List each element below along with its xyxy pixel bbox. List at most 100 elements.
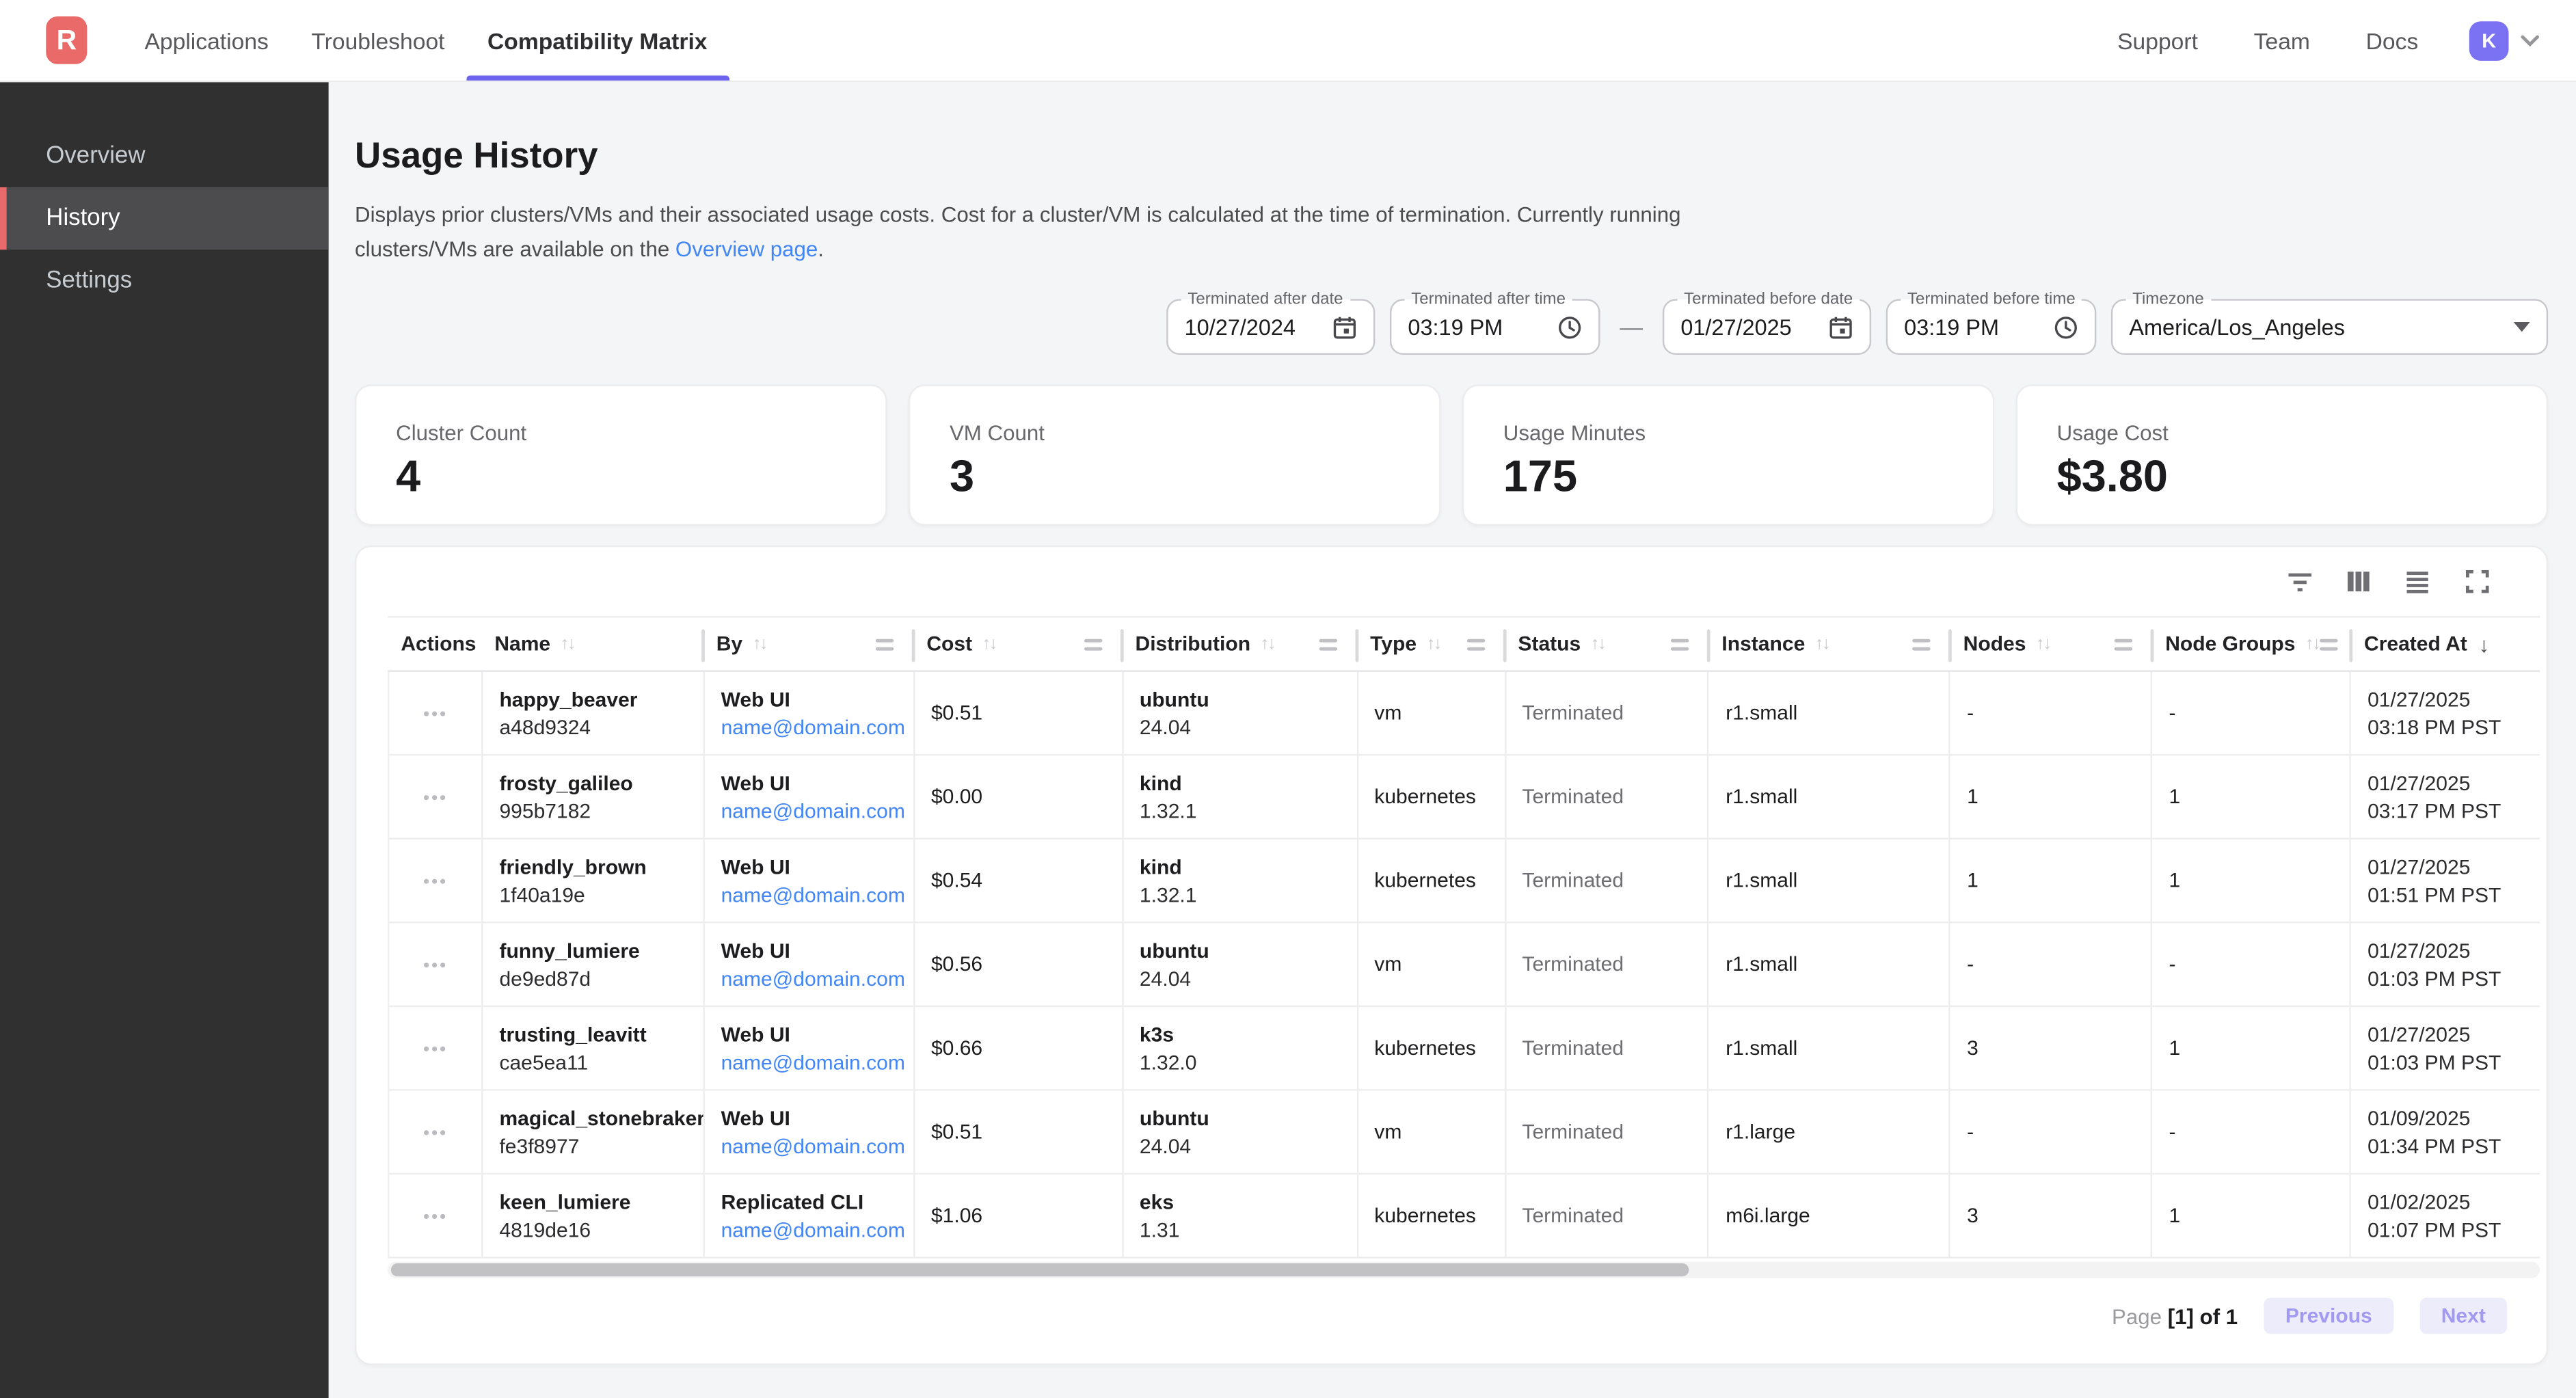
cell-created: 01/27/202501:03 PM PST: [2351, 1007, 2540, 1089]
sort-arrows-icon[interactable]: ↑↓: [1260, 634, 1274, 654]
stat-label: Cluster Count: [396, 420, 846, 445]
cell-actions: [390, 755, 483, 837]
cell-type: kubernetes: [1358, 839, 1505, 922]
column-header-status[interactable]: Status↑↓: [1505, 618, 1708, 671]
row-actions-button[interactable]: [425, 710, 446, 715]
row-actions-button[interactable]: [425, 1046, 446, 1051]
terminated-after-date-field[interactable]: Terminated after date 10/27/2024: [1166, 299, 1375, 355]
cell-instance: r1.small: [1709, 839, 1950, 922]
email-link[interactable]: name@domain.com: [721, 1218, 905, 1241]
horizontal-scrollbar-track[interactable]: [388, 1262, 2540, 1278]
horizontal-scrollbar-thumb[interactable]: [391, 1263, 1689, 1276]
column-menu-icon[interactable]: [2115, 638, 2132, 650]
sort-arrows-icon[interactable]: ↑↓: [1426, 634, 1440, 654]
column-header-by[interactable]: By↑↓: [703, 618, 914, 671]
main-content: Usage History Displays prior clusters/VM…: [329, 82, 2576, 1398]
calendar-icon[interactable]: [1829, 314, 1853, 339]
clock-icon[interactable]: [2054, 314, 2078, 339]
stat-value: $3.80: [2057, 452, 2507, 502]
sort-arrows-icon[interactable]: ↑↓: [2305, 634, 2319, 654]
column-header-label: Node Groups: [2165, 632, 2295, 656]
nav-link-team[interactable]: Team: [2226, 27, 2338, 53]
cell-node_groups: -: [2152, 672, 2351, 754]
column-header-created[interactable]: Created At↓: [2351, 618, 2540, 671]
cell-created: 01/02/202501:07 PM PST: [2351, 1174, 2540, 1256]
terminated-before-date-field[interactable]: Terminated before date 01/27/2025: [1663, 299, 1871, 355]
nav-tab-applications[interactable]: Applications: [123, 0, 290, 81]
stat-value: 175: [1503, 452, 1953, 502]
next-page-button[interactable]: Next: [2419, 1298, 2507, 1334]
cell-created: 01/09/202501:34 PM PST: [2351, 1091, 2540, 1173]
nav-link-docs[interactable]: Docs: [2338, 27, 2446, 53]
avatar[interactable]: K: [2469, 21, 2509, 60]
nav-tab-troubleshoot[interactable]: Troubleshoot: [290, 0, 466, 81]
row-actions-button[interactable]: [425, 962, 446, 967]
sort-arrows-icon[interactable]: ↑↓: [982, 634, 996, 654]
replicated-logo[interactable]: R: [46, 16, 87, 64]
cell-type: vm: [1358, 672, 1505, 754]
column-header-nodes[interactable]: Nodes ↑↓: [1950, 618, 2152, 671]
overview-page-link[interactable]: Overview page: [675, 237, 818, 261]
cell-instance: r1.large: [1709, 1091, 1950, 1173]
filter-icon[interactable]: [2285, 567, 2313, 595]
density-icon[interactable]: [2404, 567, 2432, 595]
cell-cost: $0.00: [915, 755, 1123, 837]
chevron-down-icon[interactable]: [2520, 33, 2540, 46]
calendar-icon[interactable]: [1332, 314, 1357, 339]
column-menu-icon[interactable]: [2319, 638, 2337, 650]
row-actions-button[interactable]: [425, 1129, 446, 1134]
email-link[interactable]: name@domain.com: [721, 716, 905, 739]
clock-icon[interactable]: [1557, 314, 1582, 339]
column-menu-icon[interactable]: [1467, 638, 1485, 650]
row-actions-button[interactable]: [425, 878, 446, 883]
email-link[interactable]: name@domain.com: [721, 883, 905, 906]
column-header-node_groups[interactable]: Node Groups ↑↓: [2152, 618, 2351, 671]
timezone-select[interactable]: Timezone America/Los_Angeles: [2111, 299, 2548, 355]
sidebar-item-history[interactable]: History: [0, 187, 329, 250]
column-header-distribution[interactable]: Distribution↑↓: [1122, 618, 1357, 671]
sort-arrows-icon[interactable]: ↑↓: [2036, 634, 2050, 654]
email-link[interactable]: name@domain.com: [721, 799, 905, 822]
table-row: frosty_galileo995b7182Web UIname@domain.…: [388, 755, 2540, 839]
cell-instance: r1.small: [1709, 755, 1950, 837]
nav-tab-compatibility-matrix[interactable]: Compatibility Matrix: [466, 0, 729, 81]
previous-page-button[interactable]: Previous: [2264, 1298, 2393, 1334]
column-menu-icon[interactable]: [1912, 638, 1930, 650]
column-menu-icon[interactable]: [1084, 638, 1102, 650]
sort-arrows-icon[interactable]: ↑↓: [753, 634, 766, 654]
column-header-cost[interactable]: Cost↑↓: [913, 618, 1122, 671]
stat-label: VM Count: [950, 420, 1399, 445]
column-header-name[interactable]: Name↑↓: [481, 618, 703, 671]
column-menu-icon[interactable]: [876, 638, 894, 650]
cell-distribution: ubuntu24.04: [1123, 672, 1358, 754]
fullscreen-icon[interactable]: [2463, 567, 2491, 595]
nav-link-support[interactable]: Support: [2089, 27, 2226, 53]
row-actions-button[interactable]: [425, 1213, 446, 1218]
sort-arrows-icon[interactable]: ↑↓: [561, 634, 574, 654]
column-menu-icon[interactable]: [1319, 638, 1337, 650]
sidebar-item-overview[interactable]: Overview: [0, 125, 329, 187]
cell-type: kubernetes: [1358, 1174, 1505, 1256]
sort-desc-icon[interactable]: ↓: [2479, 632, 2490, 656]
cell-name: keen_lumiere4819de16: [483, 1174, 704, 1256]
email-link[interactable]: name@domain.com: [721, 1051, 905, 1074]
column-header-label: Nodes: [1963, 632, 2026, 656]
dropdown-caret-icon[interactable]: [2514, 322, 2530, 332]
column-menu-icon[interactable]: [1671, 638, 1689, 650]
sort-arrows-icon[interactable]: ↑↓: [1815, 634, 1829, 654]
terminated-before-time-field[interactable]: Terminated before time 03:19 PM: [1886, 299, 2097, 355]
cell-nodes: 1: [1950, 839, 2152, 922]
sort-arrows-icon[interactable]: ↑↓: [1591, 634, 1605, 654]
columns-icon[interactable]: [2344, 567, 2372, 595]
row-actions-button[interactable]: [425, 794, 446, 799]
sidebar-item-settings[interactable]: Settings: [0, 250, 329, 312]
terminated-after-time-field[interactable]: Terminated after time 03:19 PM: [1390, 299, 1600, 355]
column-header-instance[interactable]: Instance↑↓: [1708, 618, 1950, 671]
email-link[interactable]: name@domain.com: [721, 1134, 905, 1157]
column-header-type[interactable]: Type↑↓: [1357, 618, 1505, 671]
cell-type: kubernetes: [1358, 755, 1505, 837]
terminated-before-date-label: Terminated before date: [1678, 289, 1860, 310]
cell-instance: m6i.large: [1709, 1174, 1950, 1256]
cell-cost: $0.51: [915, 672, 1123, 754]
email-link[interactable]: name@domain.com: [721, 967, 905, 990]
